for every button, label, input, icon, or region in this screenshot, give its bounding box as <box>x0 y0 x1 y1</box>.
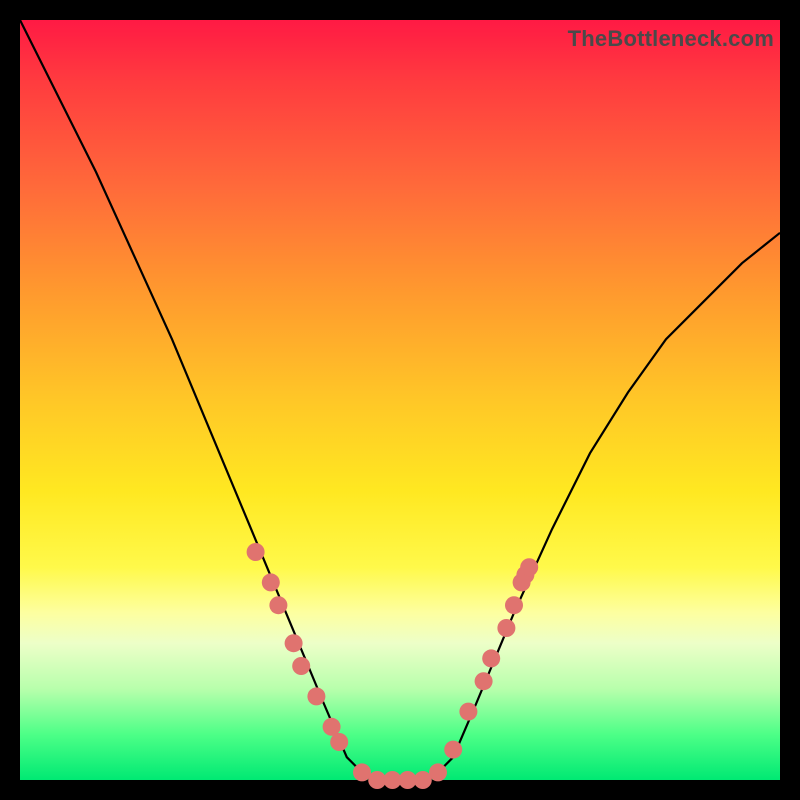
data-marker <box>520 558 538 576</box>
data-marker <box>459 703 477 721</box>
data-marker <box>444 741 462 759</box>
data-marker <box>505 596 523 614</box>
data-marker <box>497 619 515 637</box>
data-marker <box>482 649 500 667</box>
data-marker <box>330 733 348 751</box>
data-marker <box>262 573 280 591</box>
data-marker <box>285 634 303 652</box>
data-marker <box>429 763 447 781</box>
bottleneck-chart <box>20 20 780 780</box>
data-marker <box>292 657 310 675</box>
data-marker <box>247 543 265 561</box>
chart-frame: TheBottleneck.com <box>20 20 780 780</box>
data-marker <box>475 672 493 690</box>
data-marker <box>307 687 325 705</box>
marker-group <box>247 543 539 789</box>
curve-line <box>20 20 780 780</box>
data-marker <box>269 596 287 614</box>
